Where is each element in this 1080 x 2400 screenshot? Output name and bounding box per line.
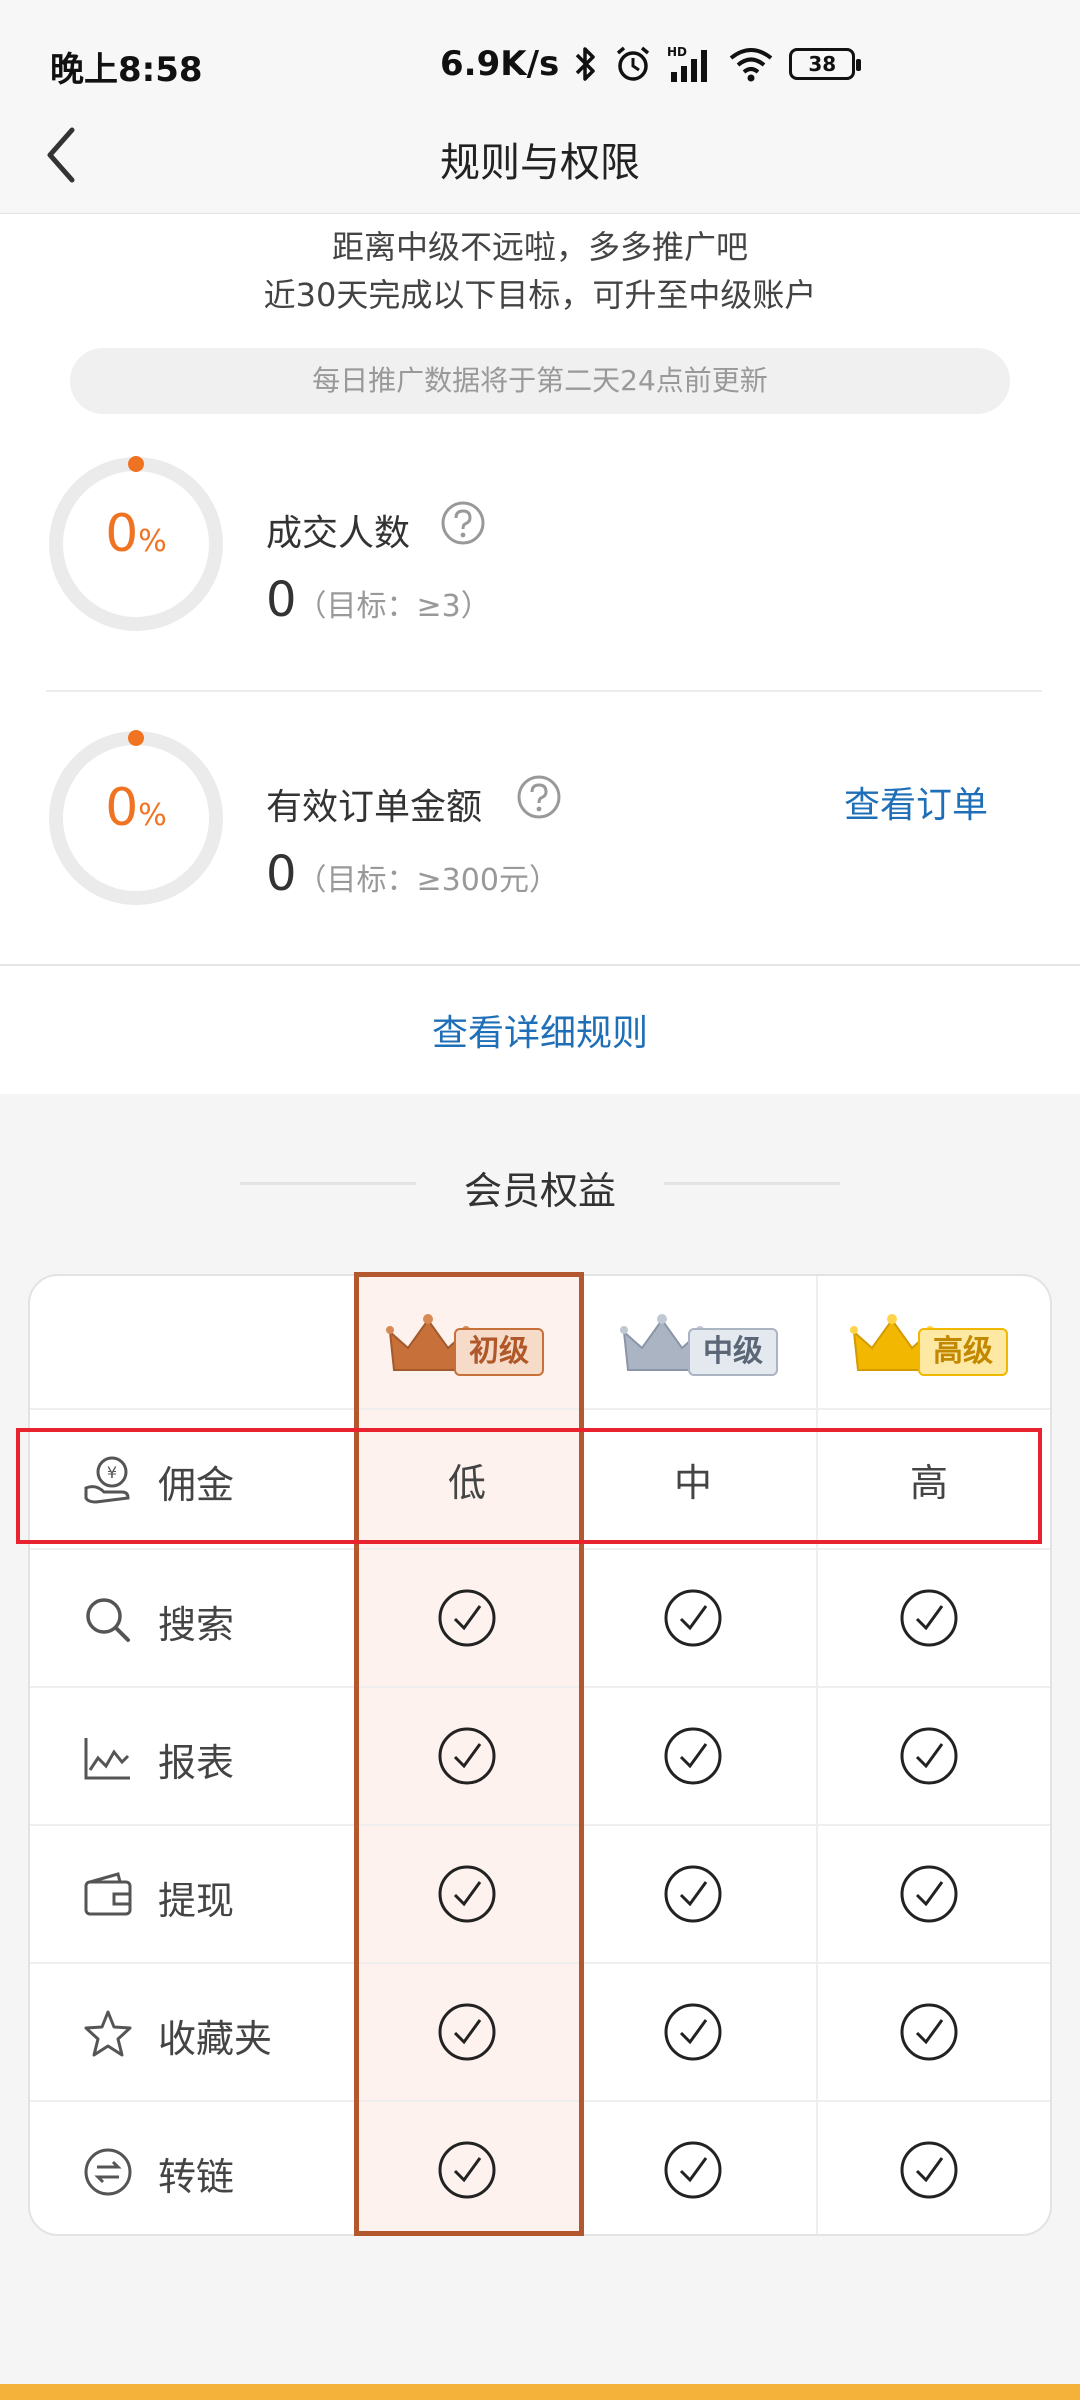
hd-signal-icon: HD: [667, 45, 708, 82]
goal-value: 0（目标：≥300元）: [266, 846, 559, 902]
wifi-icon: [729, 48, 773, 82]
benefit-label: 转链: [158, 2155, 235, 2199]
update-notice: 每日推广数据将于第二天24点前更新: [70, 348, 1010, 414]
check-circle-icon: [900, 2003, 958, 2061]
check-circle-icon: [664, 1589, 722, 1647]
tier-label: 高级: [918, 1328, 1008, 1376]
check-circle-icon: [900, 1727, 958, 1785]
nav-bar: 规则与权限: [0, 96, 1080, 214]
page-title: 规则与权限: [440, 140, 640, 186]
check-circle-icon: [664, 1727, 722, 1785]
progress-percent: 0%: [105, 778, 167, 838]
check-circle-icon: [664, 2141, 722, 2199]
svg-text:HD: HD: [667, 45, 687, 59]
benefit-label: 收藏夹: [158, 2017, 273, 2061]
goal-label: 成交人数: [266, 513, 411, 554]
tier-senior: 高级: [850, 1312, 1020, 1382]
benefit-label: 搜索: [158, 1603, 235, 1647]
current-tier-highlight: [354, 1272, 584, 2236]
search-icon: [86, 1598, 130, 1642]
tier-middle: 中级: [620, 1312, 790, 1382]
help-icon[interactable]: [440, 500, 486, 546]
goal-target: （目标：≥300元）: [296, 863, 559, 898]
check-circle-icon: [900, 1589, 958, 1647]
alarm-icon: [617, 46, 650, 81]
check-circle-icon: [900, 2141, 958, 2199]
title-decor-line: [664, 1182, 840, 1185]
goal-deal-count: 0% 成交人数 0（目标：≥3）: [0, 454, 1080, 654]
help-icon[interactable]: [516, 774, 562, 820]
wallet-icon: [84, 1872, 132, 1916]
status-icons: 6.9K/s HD 38: [440, 36, 862, 92]
battery-icon: 38: [789, 48, 862, 80]
benefit-label: 报表: [158, 1741, 235, 1785]
divider: [46, 690, 1042, 692]
status-time: 晚上8:58: [50, 50, 203, 90]
divider: [0, 964, 1080, 966]
view-detailed-rules-link[interactable]: 查看详细规则: [0, 1004, 1080, 1056]
commission-row-highlight: [16, 1428, 1042, 1544]
goal-target: （目标：≥3）: [296, 589, 491, 624]
benefits-title: 会员权益: [463, 1169, 616, 1213]
bluetooth-icon: [575, 47, 595, 81]
progress-percent: 0%: [105, 504, 167, 564]
net-speed: 6.9K/s: [440, 44, 560, 84]
upgrade-progress-section: 距离中级不远啦，多多推广吧 近30天完成以下目标，可升至中级账户 每日推广数据将…: [0, 214, 1080, 1094]
bottom-accent-bar: [0, 2384, 1080, 2400]
goal-label: 有效订单金额: [266, 787, 483, 828]
star-icon: [84, 2010, 132, 2057]
goal-order-amount: 0% 有效订单金额 查看订单 0（目标：≥300元）: [0, 728, 1080, 928]
check-circle-icon: [664, 1865, 722, 1923]
chart-icon: [84, 1738, 130, 1780]
goal-value: 0（目标：≥3）: [266, 572, 491, 628]
tier-label: 中级: [688, 1328, 778, 1376]
check-circle-icon: [664, 2003, 722, 2061]
convert-link-icon: [84, 2148, 132, 2196]
view-orders-link[interactable]: 查看订单: [844, 776, 988, 828]
check-circle-icon: [900, 1865, 958, 1923]
intro-line-1: 距离中级不远啦，多多推广吧: [331, 228, 748, 266]
benefit-label: 提现: [158, 1879, 235, 1923]
intro-line-2: 近30天完成以下目标，可升至中级账户: [263, 276, 817, 314]
